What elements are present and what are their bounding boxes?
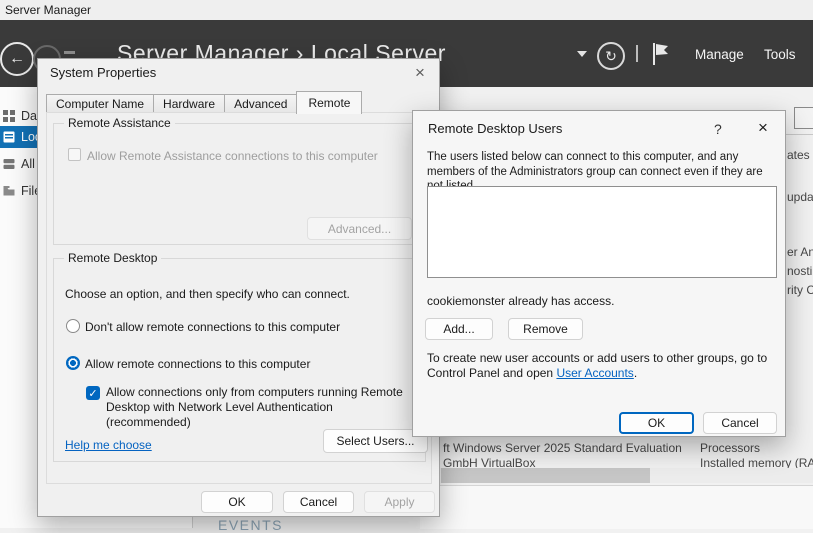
access-status-text: cookiemonster already has access. [427, 294, 614, 308]
sidebar-item-label: All [21, 157, 35, 171]
users-listbox[interactable] [427, 186, 777, 278]
back-button[interactable]: ← [0, 42, 34, 76]
tab-advanced[interactable]: Advanced [224, 94, 297, 113]
cancel-button[interactable]: Cancel [703, 412, 777, 434]
logo-fragment [64, 51, 75, 54]
bg-fragment-update: upda [787, 190, 813, 204]
remote-assistance-checkbox[interactable] [68, 148, 81, 161]
close-icon[interactable]: × [415, 64, 425, 81]
dashboard-grid-icon [3, 110, 15, 122]
menu-tools[interactable]: Tools [764, 47, 796, 62]
apply-button[interactable]: Apply [364, 491, 435, 513]
tab-hardware[interactable]: Hardware [153, 94, 225, 113]
bg-fragment-antivirus: er An [787, 245, 813, 259]
all-servers-icon [3, 158, 15, 170]
help-me-choose-link[interactable]: Help me choose [65, 438, 152, 452]
tasks-button-fragment[interactable] [794, 107, 813, 129]
tab-computer-name[interactable]: Computer Name [46, 94, 154, 113]
events-heading: EVENTS [218, 517, 283, 533]
radio-allow-label[interactable]: Allow remote connections to this compute… [85, 357, 310, 371]
local-server-icon [3, 131, 15, 143]
dialog-title: System Properties [50, 65, 156, 80]
bg-fragment-security-config: rity C [787, 283, 813, 297]
user-accounts-note: To create new user accounts or add users… [427, 351, 779, 381]
window-title: Server Manager [5, 3, 91, 17]
bg-os-version-value: ft Windows Server 2025 Standard Evaluati… [443, 441, 682, 455]
ok-button[interactable]: OK [201, 491, 273, 513]
radio-dont-allow[interactable] [66, 319, 80, 333]
window-titlebar: Server Manager [0, 0, 813, 21]
nla-checkbox-label[interactable]: Allow connections only from computers ru… [106, 385, 414, 430]
radio-allow[interactable] [66, 356, 80, 370]
back-arrow-icon: ← [9, 50, 25, 68]
remote-desktop-instruction: Choose an option, and then specify who c… [65, 287, 350, 301]
menu-manage[interactable]: Manage [695, 47, 744, 62]
nla-checkbox[interactable]: ✓ [86, 386, 100, 400]
events-panel [420, 485, 813, 529]
tab-remote[interactable]: Remote [296, 91, 362, 114]
remote-assistance-checkbox-label[interactable]: Allow Remote Assistance connections to t… [87, 149, 378, 163]
bg-fragment-diagnostics: nosti [787, 264, 812, 278]
note-text-end: . [634, 366, 637, 380]
remote-desktop-users-dialog: Remote Desktop Users ? × The users liste… [412, 110, 786, 437]
dialog-title: Remote Desktop Users [428, 121, 562, 136]
header-separator [636, 45, 638, 62]
radio-dont-allow-label[interactable]: Don't allow remote connections to this c… [85, 320, 340, 334]
refresh-button[interactable]: ↻ [597, 42, 625, 70]
advanced-button[interactable]: Advanced... [307, 217, 412, 240]
refresh-icon: ↻ [605, 48, 617, 65]
group-legend: Remote Assistance [64, 116, 175, 130]
ok-button[interactable]: OK [619, 412, 694, 434]
group-legend: Remote Desktop [64, 251, 161, 265]
remove-button[interactable]: Remove [508, 318, 583, 340]
notifications-flag-icon[interactable] [650, 42, 670, 66]
add-button[interactable]: Add... [425, 318, 493, 340]
tab-strip: Computer Name Hardware Advanced Remote [46, 90, 361, 113]
bg-processors-label: Processors [700, 441, 760, 455]
system-properties-dialog: System Properties × Computer Name Hardwa… [37, 58, 440, 517]
file-storage-icon [3, 185, 15, 197]
panel-divider-line [786, 134, 813, 135]
chevron-down-icon[interactable] [577, 51, 587, 57]
screen: { "window": { "title": "Server Manager" … [0, 0, 813, 528]
close-icon[interactable]: × [758, 119, 768, 136]
horizontal-scrollbar-thumb[interactable] [441, 468, 650, 483]
help-icon[interactable]: ? [714, 121, 722, 137]
cancel-button[interactable]: Cancel [283, 491, 354, 513]
bg-fragment-updates: ates [787, 148, 810, 162]
user-accounts-link[interactable]: User Accounts [556, 366, 633, 380]
